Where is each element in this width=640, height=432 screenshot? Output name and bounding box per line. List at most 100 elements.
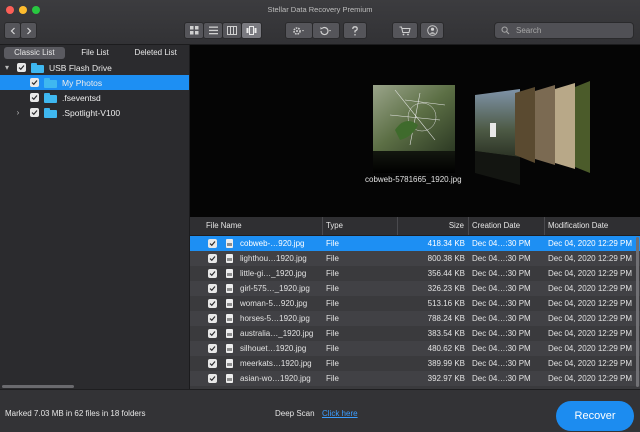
cell-file-name: lighthou…1920.jpg [190, 254, 323, 263]
cell-creation-date: Dec 04…:30 PM [472, 314, 531, 323]
selected-image-thumbnail[interactable] [373, 85, 455, 173]
checkbox[interactable] [17, 63, 26, 72]
table-scrollbar[interactable] [636, 237, 639, 387]
row-checkbox[interactable] [208, 239, 217, 248]
title-bar: Stellar Data Recovery Premium Search [0, 0, 640, 45]
cell-modification-date: Dec 04, 2020 12:29 PM [548, 374, 633, 383]
table-row[interactable]: lighthou…1920.jpg File 800.38 KB Dec 04…:30… [190, 251, 640, 266]
checkmark-icon [31, 80, 38, 86]
file-icon [226, 254, 233, 263]
cell-creation-date: Dec 04…:30 PM [472, 344, 531, 353]
table-row[interactable]: silhouet…1920.jpg File 480.62 KB Dec 04…:30… [190, 341, 640, 356]
checkbox[interactable] [30, 93, 39, 102]
list-view-icon [208, 26, 218, 35]
tab-file-list[interactable]: File List [65, 47, 126, 59]
table-row[interactable]: cobweb-…920.jpg File 418.34 KB Dec 04…:30 P… [190, 236, 640, 251]
buy-button[interactable] [392, 22, 418, 39]
cell-type: File [326, 254, 339, 263]
history-button[interactable] [312, 22, 340, 39]
tree-item-spotlight[interactable]: › .Spotlight-V100 [0, 105, 189, 120]
settings-button[interactable] [285, 22, 313, 39]
column-header-file-name[interactable]: File Name [190, 217, 323, 235]
row-checkbox[interactable] [208, 299, 217, 308]
account-button[interactable] [420, 22, 444, 39]
checkbox[interactable] [30, 78, 39, 87]
sidebar-scrollbar[interactable] [2, 385, 74, 388]
cell-modification-date: Dec 04, 2020 12:29 PM [548, 344, 633, 353]
column-view-button[interactable] [222, 22, 242, 39]
recover-button[interactable]: Recover [556, 401, 634, 431]
cell-size: 788.24 KB [427, 314, 465, 323]
window-title: Stellar Data Recovery Premium [267, 5, 373, 14]
cell-file-name: meerkats…1920.jpg [190, 359, 323, 368]
file-icon [226, 344, 233, 353]
forward-button[interactable] [20, 22, 37, 39]
back-button[interactable] [4, 22, 21, 39]
checkmark-icon [209, 241, 216, 247]
search-input[interactable]: Search [494, 22, 634, 39]
cell-type: File [326, 239, 339, 248]
row-checkbox[interactable] [208, 359, 217, 368]
table-row[interactable]: girl-575…_1920.jpg File 326.23 KB Dec 04…:3… [190, 281, 640, 296]
coverflow-images [373, 81, 590, 185]
help-button[interactable] [343, 22, 367, 39]
list-view-button[interactable] [203, 22, 223, 39]
folder-icon [44, 92, 57, 103]
tree-item-label: .fseventsd [62, 92, 101, 103]
deep-scan-label: Deep Scan [275, 409, 315, 418]
tab-classic-list[interactable]: Classic List [4, 47, 65, 59]
checkmark-icon [209, 301, 216, 307]
chevron-left-icon [10, 27, 15, 34]
cell-modification-date: Dec 04, 2020 12:29 PM [548, 254, 633, 263]
tree-item-label: USB Flash Drive [49, 62, 112, 73]
table-row[interactable]: woman-5…920.jpg File 513.16 KB Dec 04…:30 P… [190, 296, 640, 311]
table-row[interactable]: australia…_1920.jpg File 383.54 KB Dec 04…:… [190, 326, 640, 341]
tab-deleted-list[interactable]: Deleted List [125, 47, 186, 59]
row-checkbox[interactable] [208, 344, 217, 353]
table-row[interactable]: horses-5…1920.jpg File 788.24 KB Dec 04…:30… [190, 311, 640, 326]
cell-modification-date: Dec 04, 2020 12:29 PM [548, 239, 633, 248]
checkmark-icon [209, 256, 216, 262]
cart-icon [399, 26, 411, 35]
column-header-size[interactable]: Size [398, 217, 469, 235]
coverflow-view-button[interactable] [241, 22, 262, 39]
column-header-modification-date[interactable]: Modification Date [545, 217, 640, 235]
tree-item-fseventsd[interactable]: .fseventsd [0, 90, 189, 105]
table-row[interactable]: little-gi…_1920.jpg File 356.44 KB Dec 04…:… [190, 266, 640, 281]
table-row[interactable]: meerkats…1920.jpg File 389.99 KB Dec 04…:30… [190, 356, 640, 371]
cell-size: 480.62 KB [427, 344, 465, 353]
row-checkbox[interactable] [208, 329, 217, 338]
column-header-creation-date[interactable]: Creation Date [469, 217, 545, 235]
checkmark-icon [209, 331, 216, 337]
chevron-down-icon[interactable]: ▾ [3, 63, 11, 72]
cell-file-name: little-gi…_1920.jpg [190, 269, 323, 278]
cell-file-name: silhouet…1920.jpg [190, 344, 323, 353]
cell-file-name: australia…_1920.jpg [190, 329, 323, 338]
search-icon [501, 26, 510, 35]
checkmark-icon [31, 110, 38, 116]
tree-item-usb-flash-drive[interactable]: ▾ USB Flash Drive [0, 60, 189, 75]
cell-type: File [326, 344, 339, 353]
coverflow-view-icon [246, 26, 257, 35]
cell-file-name: cobweb-…920.jpg [190, 239, 323, 248]
cell-file-name: horses-5…1920.jpg [190, 314, 323, 323]
row-checkbox[interactable] [208, 254, 217, 263]
deep-scan-link[interactable]: Click here [322, 409, 358, 418]
row-checkbox[interactable] [208, 374, 217, 383]
file-icon [226, 374, 233, 383]
grid-view-button[interactable] [184, 22, 204, 39]
row-checkbox[interactable] [208, 269, 217, 278]
tree-item-my-photos[interactable]: My Photos [0, 75, 189, 90]
file-icon [226, 299, 233, 308]
row-checkbox[interactable] [208, 314, 217, 323]
cell-creation-date: Dec 04…:30 PM [472, 374, 531, 383]
adjacent-image-thumbnails[interactable] [475, 81, 590, 185]
table-row[interactable]: asian-wo…1920.jpg File 392.97 KB Dec 04…:30… [190, 371, 640, 386]
cell-type: File [326, 284, 339, 293]
chevron-right-icon[interactable]: › [14, 108, 22, 117]
chevron-right-icon [26, 27, 31, 34]
column-header-type[interactable]: Type [323, 217, 398, 235]
row-checkbox[interactable] [208, 284, 217, 293]
checkbox[interactable] [30, 108, 39, 117]
cell-type: File [326, 359, 339, 368]
